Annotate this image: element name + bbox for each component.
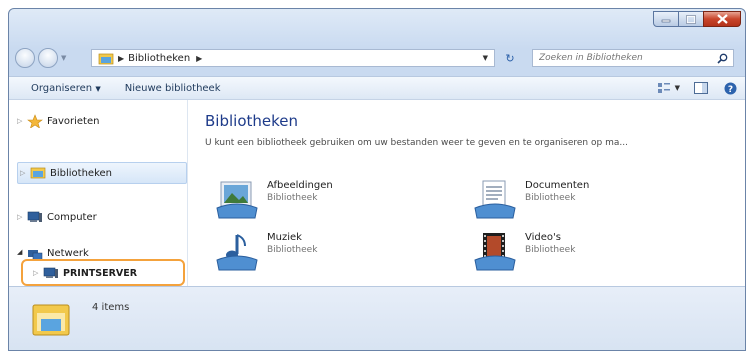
- documents-icon: [474, 180, 516, 219]
- organize-label: Organiseren: [31, 82, 93, 94]
- library-name: Afbeeldingen: [267, 180, 333, 191]
- library-item-videos[interactable]: Video's Bibliotheek: [473, 232, 575, 272]
- expand-arrow-icon[interactable]: ▷: [20, 169, 30, 177]
- nav-item-bibliotheken[interactable]: ▷ Bibliotheken: [17, 162, 187, 184]
- organize-button[interactable]: Organiseren ▼: [23, 83, 109, 94]
- maximize-button[interactable]: [678, 11, 704, 27]
- nav-item-computer[interactable]: ▷ Computer: [17, 210, 97, 224]
- library-type: Bibliotheek: [525, 193, 576, 203]
- nav-item-printserver[interactable]: ▷ PRINTSERVER: [33, 266, 137, 280]
- new-library-button[interactable]: Nieuwe bibliotheek: [117, 83, 229, 94]
- view-controls: ▼ ?: [657, 77, 745, 99]
- library-type: Bibliotheek: [267, 193, 318, 203]
- library-item-muziek[interactable]: Muziek Bibliotheek: [215, 232, 317, 272]
- libraries-icon: [98, 53, 114, 64]
- expand-arrow-icon[interactable]: ▷: [17, 117, 27, 125]
- star-icon: [27, 114, 43, 128]
- server-icon: [43, 267, 58, 278]
- search-icon[interactable]: [717, 53, 728, 64]
- library-name: Video's: [525, 232, 561, 243]
- expand-arrow-icon[interactable]: ▷: [33, 269, 43, 277]
- computer-icon: [27, 211, 42, 222]
- nav-label: Favorieten: [47, 115, 100, 127]
- libraries-icon: [30, 167, 46, 179]
- library-type: Bibliotheek: [525, 245, 576, 255]
- nav-label: Netwerk: [47, 248, 89, 259]
- refresh-button[interactable]: ↻: [497, 49, 523, 67]
- breadcrumb-bibliotheken[interactable]: Bibliotheken: [128, 53, 190, 64]
- forward-button[interactable]: [38, 48, 58, 68]
- close-icon: [716, 14, 728, 24]
- nav-label: Computer: [47, 211, 97, 223]
- view-options-icon[interactable]: [657, 82, 671, 94]
- library-item-documenten[interactable]: Documenten Bibliotheek: [473, 180, 589, 220]
- music-icon: [216, 234, 258, 271]
- nav-label: Bibliotheken: [50, 167, 112, 179]
- maximize-icon: [686, 14, 696, 24]
- page-title: Bibliotheken: [205, 112, 298, 130]
- breadcrumb-chevron-icon[interactable]: ▶: [196, 54, 202, 63]
- history-dropdown-icon[interactable]: ▼: [61, 54, 66, 62]
- svg-text:?: ?: [728, 85, 733, 95]
- nav-label: PRINTSERVER: [63, 267, 138, 279]
- nav-item-favorieten[interactable]: ▷ Favorieten: [17, 114, 99, 128]
- library-item-afbeeldingen[interactable]: Afbeeldingen Bibliotheek: [215, 180, 333, 220]
- main-area: ▷ Favorieten ▷ Bibliotheken ▷ Computer ◢…: [9, 99, 745, 286]
- libraries-icon: [32, 304, 70, 336]
- minimize-button[interactable]: [653, 11, 679, 27]
- item-count: 4 items: [92, 302, 130, 313]
- page-description: U kunt een bibliotheek gebruiken om uw b…: [205, 138, 628, 148]
- videos-icon: [474, 233, 516, 271]
- help-icon[interactable]: ?: [724, 82, 737, 95]
- caption-buttons: [653, 11, 741, 27]
- explorer-window: ▼ ▶ Bibliotheken ▶ ▼ ↻ Organiseren ▼ Nie…: [8, 8, 746, 351]
- search-input[interactable]: [537, 52, 711, 64]
- breadcrumb-separator-icon: ▶: [118, 53, 125, 63]
- library-name: Muziek: [267, 232, 302, 243]
- address-row: ▼ ▶ Bibliotheken ▶ ▼ ↻: [9, 45, 745, 71]
- view-dropdown-icon[interactable]: ▼: [675, 84, 680, 92]
- search-box[interactable]: [532, 49, 734, 67]
- pictures-icon: [216, 181, 258, 219]
- address-dropdown-icon[interactable]: ▼: [483, 54, 488, 62]
- back-button[interactable]: [15, 48, 35, 68]
- minimize-icon: [661, 19, 671, 23]
- navigation-pane: ▷ Favorieten ▷ Bibliotheken ▷ Computer ◢…: [9, 100, 188, 286]
- library-type: Bibliotheek: [267, 245, 318, 255]
- content-pane: Bibliotheken U kunt een bibliotheek gebr…: [205, 100, 745, 286]
- close-button[interactable]: [703, 11, 741, 27]
- expand-arrow-icon[interactable]: ▷: [17, 213, 27, 221]
- command-bar: Organiseren ▼ Nieuwe bibliotheek ▼ ?: [9, 76, 745, 99]
- library-name: Documenten: [525, 180, 590, 191]
- preview-pane-icon[interactable]: [694, 82, 708, 94]
- chevron-down-icon: ▼: [95, 84, 101, 93]
- collapse-arrow-icon[interactable]: ◢: [17, 248, 27, 256]
- address-bar[interactable]: ▶ Bibliotheken ▶ ▼: [91, 49, 495, 67]
- details-pane: 4 items: [9, 286, 745, 350]
- refresh-icon: ↻: [505, 51, 515, 65]
